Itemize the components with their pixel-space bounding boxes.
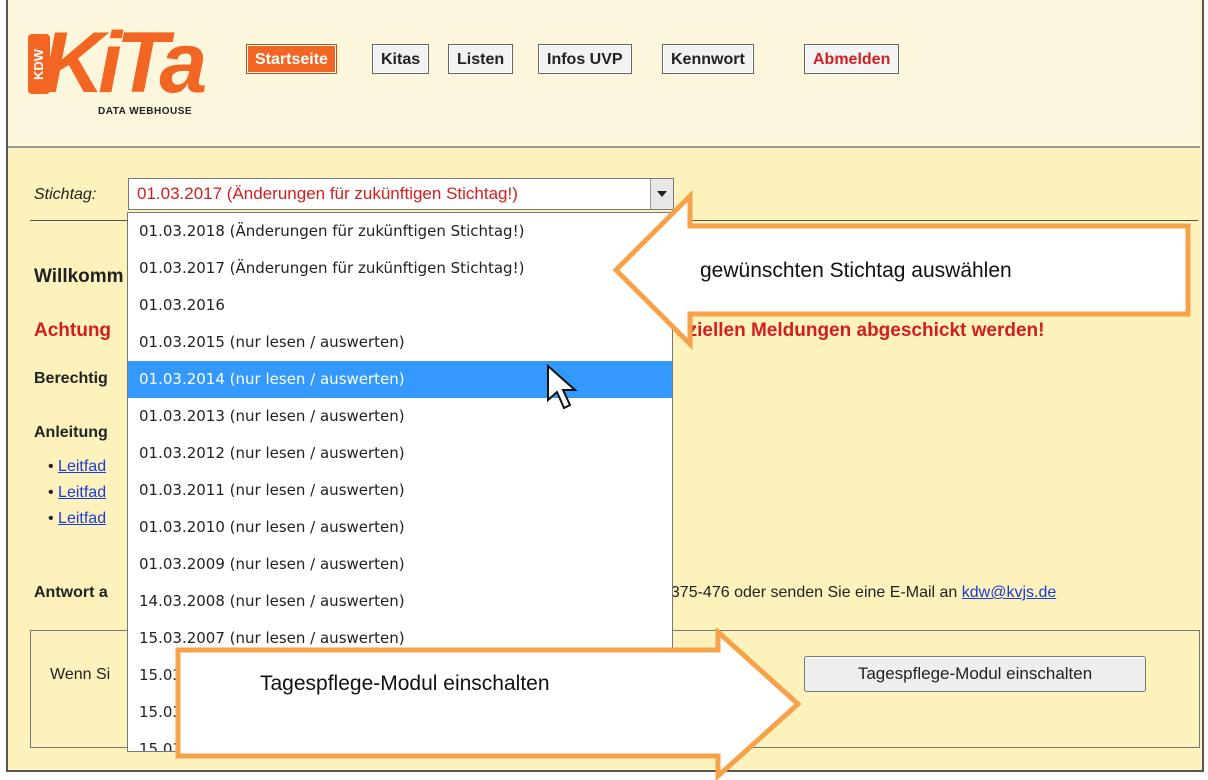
logo-subtitle: DATA WEBHOUSE — [98, 106, 193, 117]
stichtag-callout-text: gewünschten Stichtag auswählen — [700, 259, 1012, 282]
header: KDW KiTa DATA WEBHOUSE Startseite Kitas … — [8, 0, 1200, 148]
stichtag-selected-value: 01.03.2017 (Änderungen für zukünftigen S… — [137, 184, 518, 203]
nav-startseite[interactable]: Startseite — [246, 44, 337, 74]
dropdown-option[interactable]: 01.03.2012 (nur lesen / auswerten) — [128, 435, 672, 472]
dropdown-option[interactable]: 01.03.2016 — [128, 287, 672, 324]
welcome-heading: Willkomm — [34, 266, 124, 287]
dropdown-option[interactable]: 01.03.2015 (nur lesen / auswerten) — [128, 324, 672, 361]
dropdown-option[interactable]: 01.03.2017 (Änderungen für zukünftigen S… — [128, 250, 672, 287]
callout-arrow-right-shape — [175, 628, 802, 780]
nav-kitas[interactable]: Kitas — [372, 44, 430, 74]
kita-logo[interactable]: KDW KiTa DATA WEBHOUSE — [28, 18, 218, 128]
leitfaden-link-1[interactable]: Leitfad — [58, 458, 106, 475]
dropdown-option[interactable]: 14.03.2008 (nur lesen / auswerten) — [128, 583, 672, 620]
list-item: • Leitfad — [48, 484, 107, 501]
antwort-text-left: Antwort a — [34, 584, 108, 601]
nav-abmelden[interactable]: Abmelden — [804, 44, 900, 74]
nav-infos-uvp[interactable]: Infos UVP — [538, 44, 632, 74]
wenn-text: Wenn Si — [50, 666, 111, 683]
antwort-text: 6375-476 oder senden Sie eine E-Mail an — [662, 584, 962, 601]
warning-text-left: Achtung — [34, 320, 112, 341]
logo-wordmark: KiTa — [42, 15, 207, 111]
tagespflege-callout-text: Tagespflege-Modul einschalten — [260, 672, 550, 695]
dropdown-option[interactable]: 01.03.2011 (nur lesen / auswerten) — [128, 472, 672, 509]
dropdown-option[interactable]: 01.03.2018 (Änderungen für zukünftigen S… — [128, 213, 672, 250]
dropdown-option[interactable]: 01.03.2010 (nur lesen / auswerten) — [128, 509, 672, 546]
tagespflege-callout — [175, 628, 802, 780]
dropdown-option[interactable]: 01.03.2009 (nur lesen / auswerten) — [128, 546, 672, 583]
mouse-cursor-icon — [547, 364, 578, 410]
leitfaden-link-3[interactable]: Leitfad — [58, 510, 106, 527]
email-link[interactable]: kdw@kvjs.de — [962, 584, 1057, 601]
nav-kennwort[interactable]: Kennwort — [662, 44, 754, 74]
stichtag-label: Stichtag: — [34, 186, 97, 203]
stichtag-select[interactable]: 01.03.2017 (Änderungen für zukünftigen S… — [128, 178, 674, 210]
dropdown-option[interactable]: 01.03.2013 (nur lesen / auswerten) — [128, 398, 672, 435]
list-item: • Leitfad — [48, 458, 107, 475]
nav-listen[interactable]: Listen — [448, 44, 514, 74]
anleitung-heading: Anleitung — [34, 424, 108, 441]
berechtigung-text: Berechtig — [34, 370, 108, 387]
antwort-text-right: 6375-476 oder senden Sie eine E-Mail an … — [662, 584, 1056, 602]
leitfaden-link-2[interactable]: Leitfad — [58, 484, 106, 501]
list-item: • Leitfad — [48, 510, 107, 527]
dropdown-option[interactable]: 01.03.2014 (nur lesen / auswerten) — [128, 361, 672, 398]
